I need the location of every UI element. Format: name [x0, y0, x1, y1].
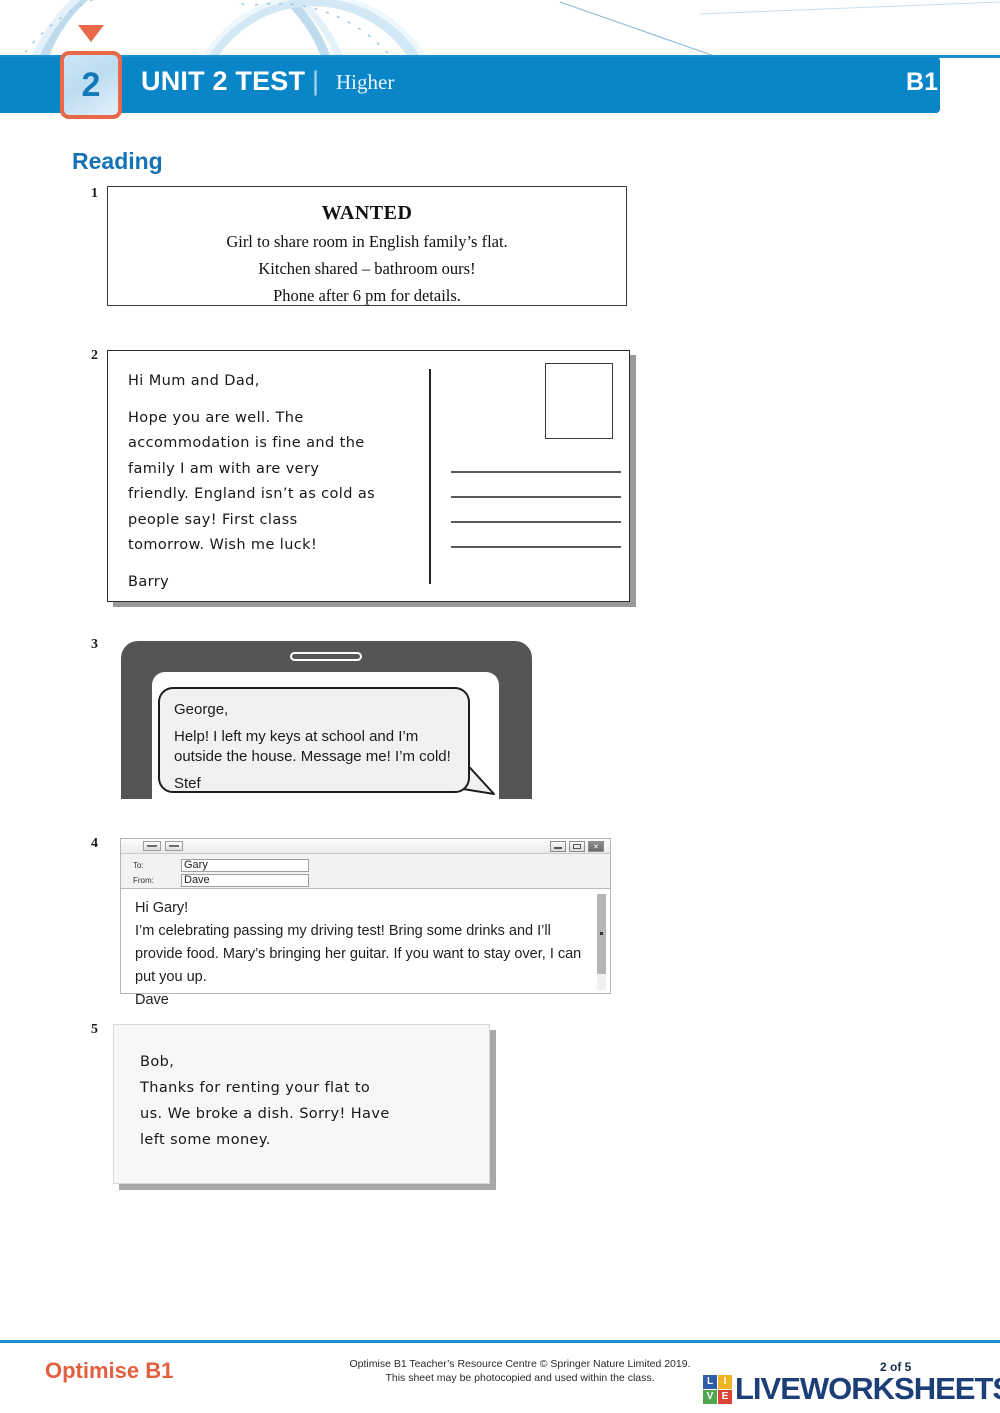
liveworksheets-logo: L I V E LIVEWORKSHEETS	[703, 1371, 1000, 1406]
note-greeting: Bob,	[140, 1054, 175, 1070]
close-button[interactable]: ✕	[588, 841, 604, 852]
sms-message-bubble: George, Help! I left my keys at school a…	[158, 687, 470, 793]
item-number-2: 2	[91, 348, 98, 363]
ad-line-1: Girl to share room in English family’s f…	[226, 232, 508, 251]
email-to-input[interactable]: Gary	[181, 858, 309, 872]
email-header-fields: To: Gary From: Dave	[121, 854, 610, 889]
logo-tile-v: V	[703, 1389, 717, 1404]
email-body-line-2: provide food. Mary’s bringing her guitar…	[135, 946, 582, 962]
sms-body-line-2: outside the house. Message me! I’m cold!	[174, 748, 451, 765]
item-number-1: 1	[91, 186, 98, 201]
sms-signature: Stef	[174, 774, 201, 792]
logo-letter-tiles: L I V E	[703, 1374, 732, 1404]
item-number-4: 4	[91, 836, 98, 851]
minimize-button[interactable]	[550, 841, 566, 852]
phone-speaker-icon	[290, 652, 362, 661]
postcard-greeting: Hi Mum and Dad,	[128, 373, 260, 389]
header-divider: |	[312, 66, 320, 96]
postcard-address-line-1	[451, 471, 621, 473]
email-from-input[interactable]: Dave	[181, 873, 309, 887]
logo-wordmark: LIVEWORKSHEETS	[735, 1371, 1000, 1406]
postcard-handwriting: Hi Mum and Dad, Hope you are well. The a…	[128, 369, 428, 595]
email-body-text: Hi Gary! I’m celebrating passing my driv…	[121, 890, 610, 1008]
postcard-body-line-1: Hope you are well. The	[128, 409, 304, 426]
logo-tile-e: E	[718, 1389, 732, 1404]
postcard-stamp-box	[545, 363, 613, 439]
footer-brand: Optimise B1	[45, 1358, 174, 1383]
header-cefr-level: B1	[906, 68, 938, 96]
postcard-address-line-4	[451, 546, 621, 548]
postcard-signature: Barry	[128, 573, 170, 590]
postcard-body-line-4: friendly. England isn’t as cold as	[128, 486, 376, 502]
note-body-line-3: left some money.	[140, 1132, 271, 1148]
header-level-label: Higher	[336, 70, 395, 94]
postcard-address-line-2	[451, 496, 621, 498]
advertisement-box: WANTED Girl to share room in English fam…	[107, 186, 627, 306]
email-scrollbar-marker	[600, 932, 603, 935]
section-title-reading: Reading	[72, 148, 163, 174]
page-title: UNIT 2 TEST	[141, 66, 306, 96]
item-number-5: 5	[91, 1022, 98, 1037]
item-number-3: 3	[91, 637, 98, 652]
footer-copyright-line-1: Optimise B1 Teacher’s Resource Centre © …	[349, 1358, 691, 1370]
forward-arrow-icon[interactable]	[165, 841, 183, 851]
unit-number: 2	[81, 65, 101, 104]
email-from-label: From:	[133, 875, 154, 885]
email-body-line-3: put you up.	[135, 969, 207, 985]
back-arrow-icon[interactable]	[143, 841, 161, 851]
maximize-button[interactable]	[569, 841, 585, 852]
handwritten-note: Bob, Thanks for renting your flat to us.…	[113, 1024, 490, 1184]
note-body-line-1: Thanks for renting your flat to	[140, 1080, 371, 1096]
postcard-body-line-2: accommodation is fine and the	[128, 435, 365, 451]
email-title-bar: ✕	[121, 839, 610, 854]
logo-tile-l: L	[703, 1374, 717, 1389]
postcard-divider-line	[429, 369, 431, 584]
logo-tile-i: I	[718, 1374, 732, 1389]
ad-title: WANTED	[321, 202, 413, 224]
triangle-marker-icon	[78, 25, 104, 42]
sms-body-line-1: Help! I left my keys at school and I’m	[174, 727, 419, 745]
postcard-address-line-3	[451, 521, 621, 523]
sms-recipient: George,	[174, 701, 229, 718]
email-greeting: Hi Gary!	[135, 900, 189, 916]
unit-number-badge: 2	[60, 51, 122, 119]
ad-line-2: Kitchen shared – bathroom ours!	[258, 259, 476, 278]
ad-line-3: Phone after 6 pm for details.	[273, 286, 461, 305]
postcard-body-line-6: tomorrow. Wish me luck!	[128, 537, 318, 553]
postcard-body-line-3: family I am with are very	[128, 460, 320, 477]
email-signature: Dave	[135, 992, 169, 1008]
note-body-line-2: us. We broke a dish. Sorry! Have	[140, 1106, 390, 1122]
email-to-label: To:	[133, 860, 144, 870]
postcard-body-line-5: people say! First class	[128, 511, 298, 528]
header-decoration	[0, 0, 1000, 58]
postcard: Hi Mum and Dad, Hope you are well. The a…	[107, 350, 630, 602]
note-handwriting: Bob, Thanks for renting your flat to us.…	[140, 1049, 470, 1153]
footer-copyright-line-2: This sheet may be photocopied and used w…	[385, 1372, 655, 1384]
email-body-line-1: I’m celebrating passing my driving test!…	[135, 923, 551, 939]
footer-divider	[0, 1340, 1000, 1343]
email-window: ✕ To: Gary From: Dave Hi Gary! I’m celeb…	[120, 838, 611, 1008]
footer-copyright: Optimise B1 Teacher’s Resource Centre © …	[330, 1357, 710, 1385]
